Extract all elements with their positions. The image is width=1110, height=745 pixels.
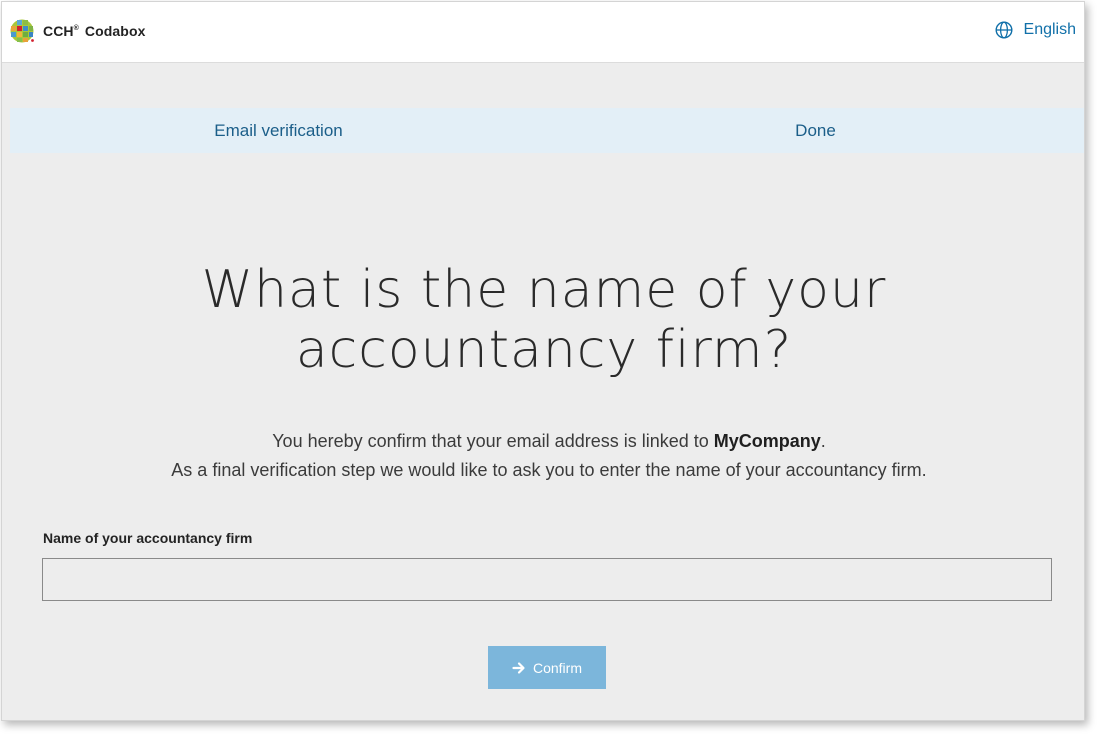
arrow-right-icon [512, 661, 525, 674]
language-label: English [1023, 21, 1076, 38]
wolters-kluwer-logo-icon [10, 19, 34, 43]
accountancy-firm-label: Name of your accountancy firm [43, 530, 253, 546]
app-window: CCH® Codabox English Email verification … [1, 1, 1085, 721]
confirm-button[interactable]: Confirm [488, 646, 606, 689]
progress-stepper: Email verification Done [10, 108, 1084, 153]
top-bar: CCH® Codabox English [2, 2, 1084, 63]
step-email-verification: Email verification [214, 120, 343, 140]
globe-icon [995, 21, 1013, 39]
brand[interactable]: CCH® Codabox [10, 18, 146, 44]
brand-name: CCH® Codabox [43, 23, 146, 39]
page-title-line-2: accountancy firm? [295, 320, 793, 380]
description-line-1: You hereby confirm that your email addre… [272, 431, 826, 451]
accountancy-firm-input[interactable] [42, 558, 1052, 601]
confirm-label: Confirm [532, 659, 582, 676]
company-name: MyCompany [713, 431, 821, 451]
description: You hereby confirm that your email addre… [2, 427, 1084, 485]
step-done: Done [795, 120, 836, 140]
page-title-line-1: What is the name of your [201, 260, 887, 320]
language-selector[interactable]: English [995, 18, 1076, 42]
page-title: What is the name of your accountancy fir… [2, 260, 1084, 380]
description-line-2: As a final verification step we would li… [171, 460, 927, 480]
